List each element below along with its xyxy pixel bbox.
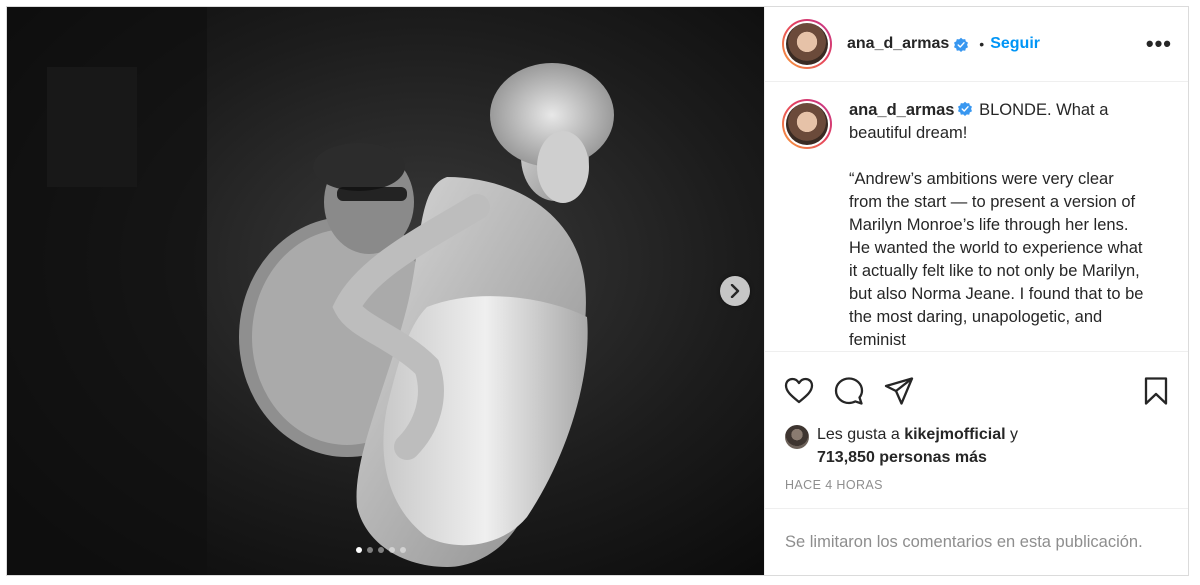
action-bar [765, 365, 1188, 417]
chevron-right-icon [730, 284, 740, 298]
post-header: ana_d_armas • Seguir ••• [765, 7, 1188, 82]
more-options-icon[interactable]: ••• [1146, 33, 1172, 55]
avatar-image [786, 103, 828, 145]
caption-row: ana_d_armas BLONDE. What a beautiful dre… [782, 99, 1166, 351]
heart-icon[interactable] [783, 375, 815, 407]
post-photo [7, 7, 764, 575]
carousel-dot [367, 547, 373, 553]
paper-plane-icon[interactable] [883, 375, 915, 407]
caption-paragraph: “Andrew’s ambitions were very clear from… [849, 170, 1144, 349]
caption-text: ana_d_armas BLONDE. What a beautiful dre… [849, 99, 1144, 351]
avatar[interactable] [782, 19, 832, 69]
comments-limited-notice: Se limitaron los comentarios en esta pub… [765, 508, 1188, 575]
carousel-dot [378, 547, 384, 553]
likes-summary: Les gusta a kikejmofficial y 713,850 per… [765, 417, 1188, 469]
likes-text: Les gusta a kikejmofficial y 713,850 per… [817, 423, 1018, 469]
likes-count-link[interactable]: 713,850 personas más [817, 449, 987, 466]
comment-bubble-icon[interactable] [833, 375, 865, 407]
liker-username-link[interactable]: kikejmofficial [904, 426, 1005, 443]
carousel-dot [400, 547, 406, 553]
post-timestamp[interactable]: HACE 4 HORAS [765, 469, 1188, 492]
likes-prefix: Les gusta a [817, 426, 900, 443]
follow-button[interactable]: Seguir [990, 35, 1040, 53]
likes-connector: y [1010, 426, 1019, 443]
caption-username-link[interactable]: ana_d_armas [849, 101, 955, 119]
post-card: ana_d_armas • Seguir ••• ana_d_armas BLO… [6, 6, 1189, 576]
username-link[interactable]: ana_d_armas [847, 35, 949, 53]
verified-badge-icon [957, 101, 972, 116]
carousel-next-button[interactable] [720, 276, 750, 306]
liker-avatar[interactable] [785, 425, 809, 449]
carousel-indicator [356, 547, 406, 553]
post-media[interactable] [7, 7, 764, 575]
carousel-dot [356, 547, 362, 553]
avatar-image [786, 23, 828, 65]
separator-dot: • [979, 36, 985, 52]
verified-badge-icon [954, 37, 969, 52]
bookmark-icon[interactable] [1140, 375, 1172, 407]
caption-avatar[interactable] [782, 99, 832, 149]
caption-scroll-area[interactable]: ana_d_armas BLONDE. What a beautiful dre… [765, 82, 1188, 352]
post-side-panel: ana_d_armas • Seguir ••• ana_d_armas BLO… [764, 7, 1188, 575]
carousel-dot [389, 547, 395, 553]
